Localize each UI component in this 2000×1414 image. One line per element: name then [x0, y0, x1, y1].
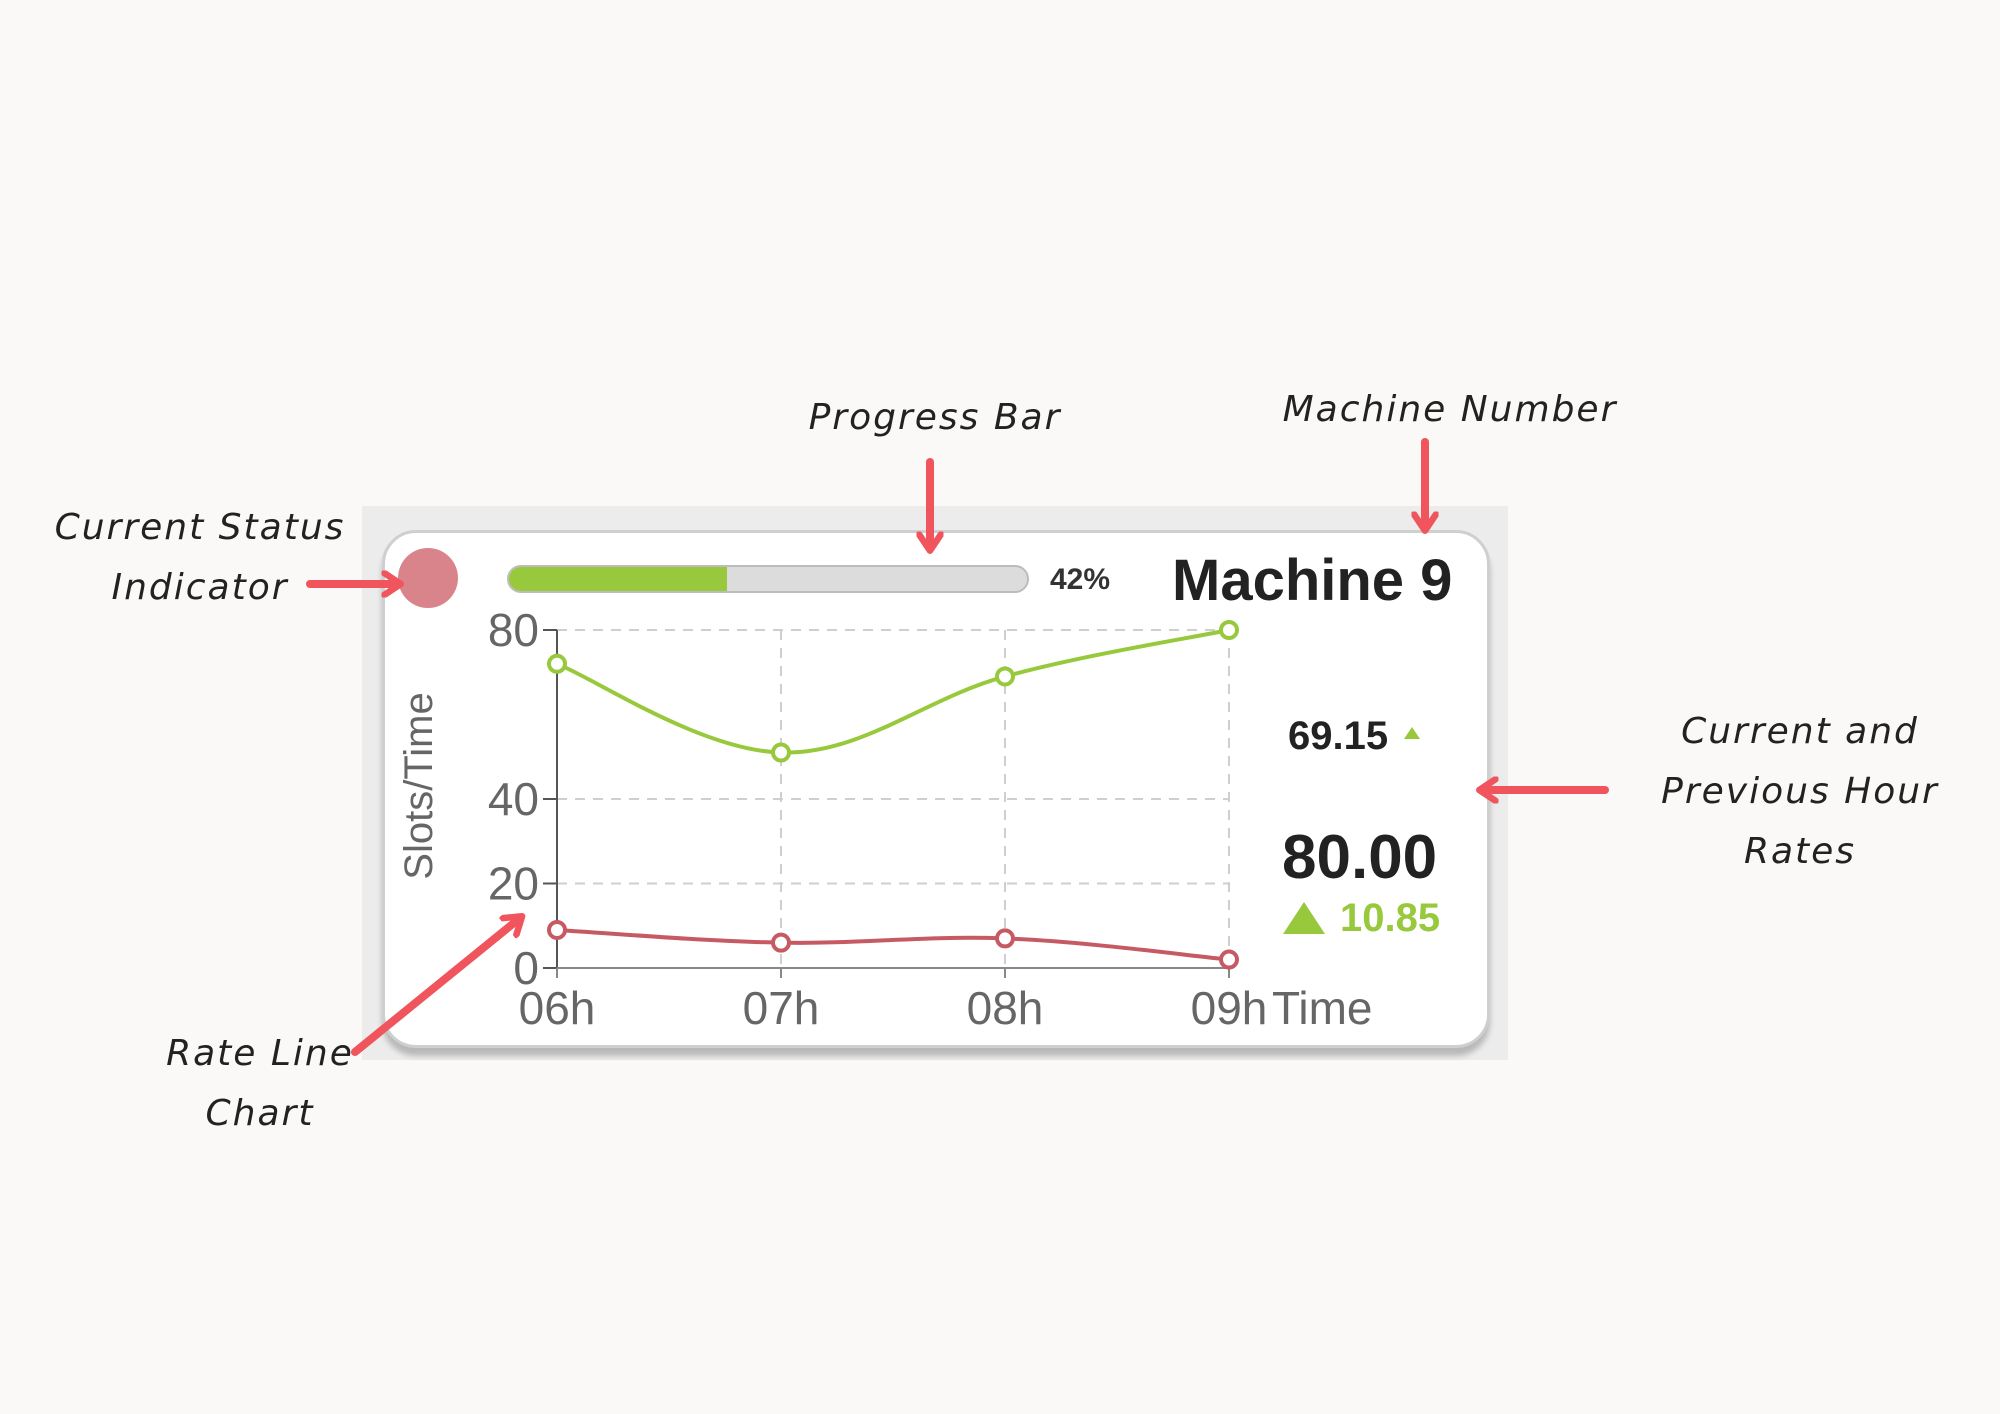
annotation-arrows [306, 438, 1609, 1056]
arrow-chart [351, 918, 520, 1056]
